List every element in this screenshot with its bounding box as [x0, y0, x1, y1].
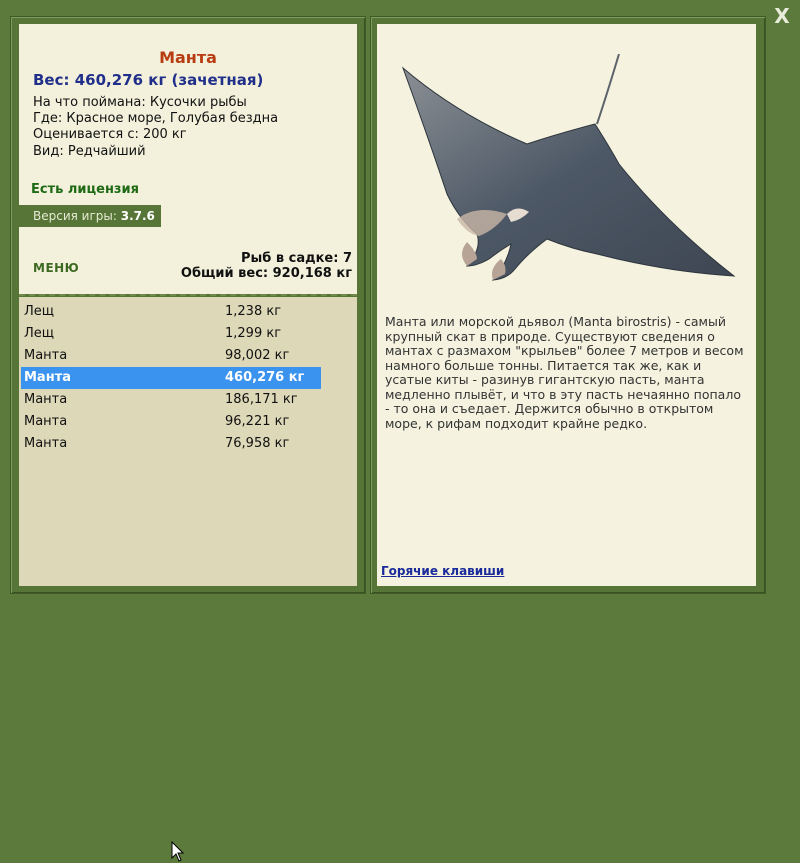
list-item-weight: 460,276 кг — [225, 370, 305, 385]
list-item[interactable]: Манта 76,958 кг — [21, 433, 321, 455]
cage-count: Рыб в садке: 7 — [240, 251, 352, 266]
version-label: Версия игры: — [33, 209, 117, 223]
menu-button[interactable]: МЕНЮ — [33, 261, 79, 275]
list-item-name: Манта — [24, 392, 68, 407]
fish-info-panel: Манта Вес: 460,276 кг (зачетная) На что … — [19, 24, 357, 294]
fish-kind: Вид: Редчайший — [33, 144, 146, 159]
catch-list: Лещ 1,238 кг Лещ 1,299 кг Манта 98,002 к… — [19, 297, 357, 862]
list-item-weight: 186,171 кг — [225, 392, 298, 407]
list-item-selected[interactable]: Манта 460,276 кг — [21, 367, 321, 389]
license-status: Есть лицензия — [31, 182, 139, 197]
list-item-weight: 96,221 кг — [225, 414, 290, 429]
list-item[interactable]: Манта 96,221 кг — [21, 411, 321, 433]
divider — [19, 294, 357, 296]
caught-on: На что поймана: Кусочки рыбы — [33, 95, 247, 110]
list-item[interactable]: Лещ 1,238 кг — [21, 301, 321, 323]
list-item-name: Манта — [24, 370, 71, 385]
list-item-name: Лещ — [24, 326, 55, 341]
list-item-weight: 98,002 кг — [225, 348, 290, 363]
list-item-weight: 76,958 кг — [225, 436, 290, 451]
hotkeys-link[interactable]: Горячие клавиши — [381, 564, 504, 578]
list-item[interactable]: Манта 186,171 кг — [21, 389, 321, 411]
description-panel: Манта или морской дьявол (Manta birostri… — [377, 24, 756, 586]
fish-description: Манта или морской дьявол (Manta birostri… — [385, 314, 744, 431]
fish-name: Манта — [159, 48, 217, 67]
list-item-weight: 1,238 кг — [225, 304, 282, 319]
list-item-name: Манта — [24, 414, 68, 429]
fish-weight: Вес: 460,276 кг (зачетная) — [33, 71, 264, 89]
list-item-weight: 1,299 кг — [225, 326, 282, 341]
version-value: 3.7.6 — [120, 209, 155, 223]
close-button[interactable]: X — [770, 4, 794, 28]
list-item-name: Манта — [24, 348, 68, 363]
cage-summary: Рыб в садке: 7 Общий вес: 920,168 кг — [181, 251, 352, 281]
catch-location: Где: Красное море, Голубая бездна — [33, 111, 279, 126]
cage-total-weight: Общий вес: 920,168 кг — [180, 266, 352, 281]
game-version: Версия игры: 3.7.6 — [19, 205, 161, 227]
list-item-name: Лещ — [24, 304, 55, 319]
mouse-cursor-icon — [171, 841, 185, 862]
close-icon: X — [774, 4, 790, 28]
manta-ray-image — [401, 54, 736, 281]
list-item[interactable]: Манта 98,002 кг — [21, 345, 321, 367]
list-item-name: Манта — [24, 436, 68, 451]
list-item[interactable]: Лещ 1,299 кг — [21, 323, 321, 345]
price-threshold: Оценивается с: 200 кг — [33, 127, 187, 142]
